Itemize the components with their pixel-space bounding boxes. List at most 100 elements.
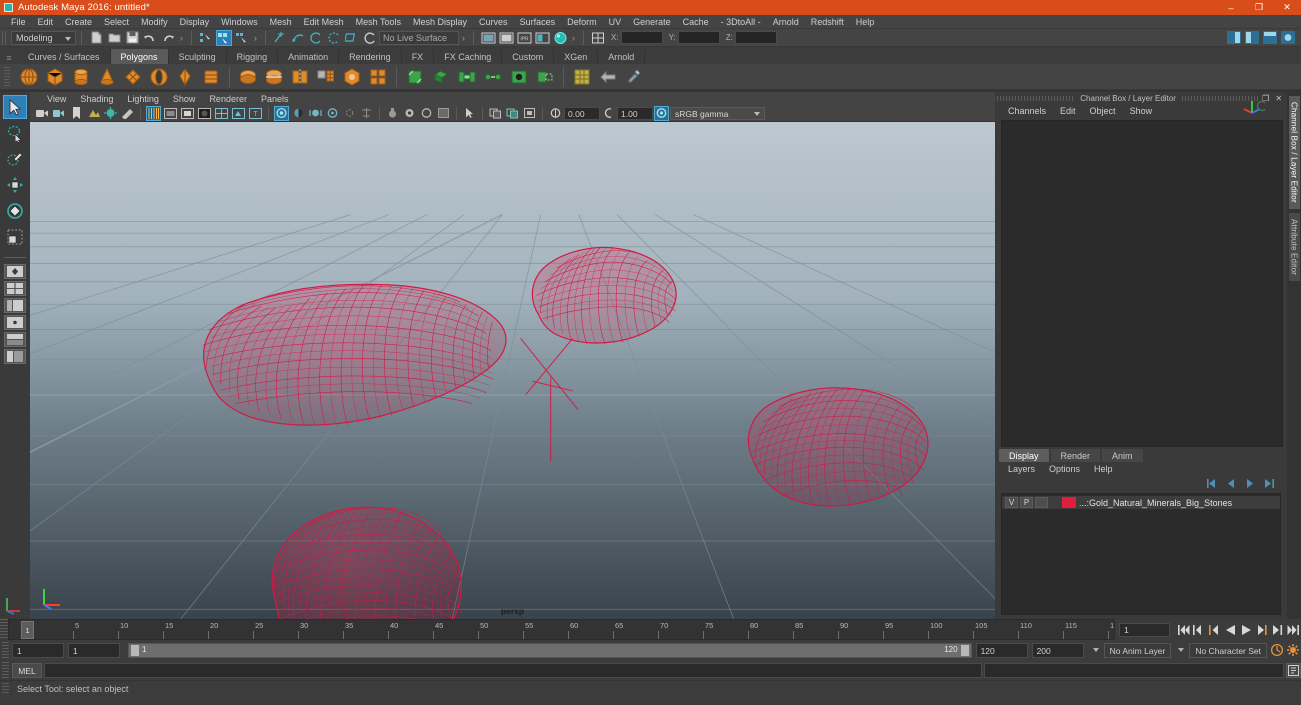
coord-input-x[interactable]: [620, 31, 663, 44]
step-forward-key-button[interactable]: [1255, 623, 1269, 637]
ipr-render-icon[interactable]: IPR: [516, 30, 532, 46]
move-layer-up-fast-icon[interactable]: [1205, 477, 1218, 490]
go-to-end-button[interactable]: [1286, 623, 1300, 637]
gate-mask-icon[interactable]: [359, 106, 374, 121]
textured-mode-icon[interactable]: [214, 106, 229, 121]
channelbox-content[interactable]: [1001, 120, 1283, 447]
film-gate-icon[interactable]: [419, 106, 434, 121]
statusline-expand-3[interactable]: ›: [459, 33, 468, 43]
shelf-grip[interactable]: [4, 66, 10, 87]
polygon-torus-icon[interactable]: [147, 66, 171, 88]
shadows-icon[interactable]: [291, 106, 306, 121]
motion-blur-icon[interactable]: [342, 106, 357, 121]
menu-item-help[interactable]: Help: [850, 15, 881, 29]
shelf-tab-curves-surfaces[interactable]: Curves / Surfaces: [18, 49, 111, 64]
bevel-icon[interactable]: [403, 66, 427, 88]
separate-icon[interactable]: [262, 66, 286, 88]
panel-close-button[interactable]: ✕: [1272, 94, 1285, 103]
paint-select-tool-button[interactable]: [3, 147, 27, 171]
menu-item-redshift[interactable]: Redshift: [805, 15, 850, 29]
scale-tool-button[interactable]: [3, 225, 27, 249]
smooth-icon[interactable]: [314, 66, 338, 88]
range-slider-grip[interactable]: [2, 642, 9, 658]
menu-item-edit[interactable]: Edit: [32, 15, 60, 29]
show-hide-tool-settings-icon[interactable]: [1262, 30, 1278, 46]
smooth-shade-selected-icon[interactable]: [180, 106, 195, 121]
channelbox-menu-edit[interactable]: Edit: [1053, 106, 1083, 116]
transfer-attributes-icon[interactable]: [596, 66, 620, 88]
auto-keyframe-toggle-icon[interactable]: [1270, 643, 1284, 657]
script-editor-icon[interactable]: [1286, 662, 1301, 678]
menu-item-uv[interactable]: UV: [603, 15, 628, 29]
layer-tab-render[interactable]: Render: [1050, 449, 1101, 462]
menu-item-file[interactable]: File: [5, 15, 32, 29]
range-slider[interactable]: 1 120: [128, 642, 972, 658]
polygon-sphere-icon[interactable]: [17, 66, 41, 88]
gamma-value-field[interactable]: 1.00: [617, 106, 653, 120]
shelf-tab-xgen[interactable]: XGen: [554, 49, 599, 64]
menu-item-generate[interactable]: Generate: [627, 15, 677, 29]
perspective-viewport[interactable]: persp: [30, 122, 995, 619]
script-language-button[interactable]: MEL: [12, 662, 42, 678]
new-scene-icon[interactable]: [88, 30, 104, 46]
chevron-down-icon[interactable]: [1178, 648, 1185, 652]
menu-item-create[interactable]: Create: [59, 15, 98, 29]
command-input-field[interactable]: [44, 662, 982, 678]
grid-toggle-icon[interactable]: [402, 106, 417, 121]
ambient-occlusion-icon[interactable]: [308, 106, 323, 121]
current-frame-field[interactable]: 1: [1119, 622, 1170, 637]
help-line-grip[interactable]: [2, 682, 9, 695]
make-live-icon[interactable]: [362, 30, 378, 46]
wireframe-shading-icon[interactable]: [146, 105, 161, 121]
isolate-select-icon[interactable]: [385, 106, 400, 121]
workspace-icon[interactable]: [1280, 30, 1296, 46]
command-line-grip[interactable]: [2, 662, 9, 678]
shelf-menu-icon[interactable]: ≡: [4, 51, 14, 64]
save-scene-icon[interactable]: [124, 30, 140, 46]
play-backwards-button[interactable]: [1224, 623, 1238, 637]
move-layer-down-icon[interactable]: [1243, 477, 1256, 490]
exposure-reset-icon[interactable]: [522, 106, 537, 121]
layout-four-view-button[interactable]: [4, 281, 26, 296]
append-polygon-icon[interactable]: [533, 66, 557, 88]
layer-display-type-toggle[interactable]: [1035, 497, 1048, 508]
step-back-key-button[interactable]: [1208, 623, 1222, 637]
modeling-toolkit-icon[interactable]: [622, 66, 646, 88]
hypershade-icon[interactable]: [552, 30, 568, 46]
shelf-tab-arnold[interactable]: Arnold: [598, 49, 646, 64]
snap-to-view-planes-icon[interactable]: [344, 30, 360, 46]
animation-preferences-icon[interactable]: [1286, 643, 1300, 657]
two-sided-lighting-icon[interactable]: [103, 106, 118, 121]
menu-item-3dtoall[interactable]: - 3DtoAll -: [715, 15, 767, 29]
menu-item-curves[interactable]: Curves: [473, 15, 514, 29]
live-surface-field[interactable]: No Live Surface: [379, 30, 459, 45]
show-hide-channelbox-icon[interactable]: [1226, 30, 1242, 46]
layer-menu-options[interactable]: Options: [1042, 464, 1087, 474]
shelf-tab-polygons[interactable]: Polygons: [110, 49, 169, 64]
shelf-tab-rigging[interactable]: Rigging: [226, 49, 279, 64]
polygon-cube-icon[interactable]: [43, 66, 67, 88]
time-slider-grip[interactable]: [0, 619, 8, 640]
multi-cut-icon[interactable]: [366, 66, 390, 88]
move-layer-up-icon[interactable]: [1224, 477, 1237, 490]
menu-item-surfaces[interactable]: Surfaces: [514, 15, 562, 29]
viewport-menu-shading[interactable]: Shading: [73, 94, 120, 104]
polygon-prism-icon[interactable]: [173, 66, 197, 88]
lasso-tool-button[interactable]: [3, 121, 27, 145]
render-current-frame-icon[interactable]: [498, 30, 514, 46]
step-forward-frame-button[interactable]: [1271, 623, 1285, 637]
current-time-indicator[interactable]: 1: [21, 621, 34, 639]
channelbox-menu-channels[interactable]: Channels: [1001, 106, 1053, 116]
layer-tab-anim[interactable]: Anim: [1102, 449, 1143, 462]
sculpt-geometry-icon[interactable]: [340, 66, 364, 88]
minimize-button[interactable]: –: [1217, 0, 1245, 15]
smooth-shade-all-icon[interactable]: [163, 106, 178, 121]
exposure-value-field[interactable]: 0.00: [564, 106, 600, 120]
statusline-expand-4[interactable]: ›: [569, 33, 578, 43]
anim-layer-dropdown[interactable]: No Anim Layer: [1103, 642, 1172, 658]
xray-active-components-icon[interactable]: [505, 106, 520, 121]
shelf-tab-custom[interactable]: Custom: [502, 49, 555, 64]
shelf-tab-fx-caching[interactable]: FX Caching: [434, 49, 503, 64]
gamma-icon[interactable]: [601, 106, 616, 121]
open-scene-icon[interactable]: [106, 30, 122, 46]
